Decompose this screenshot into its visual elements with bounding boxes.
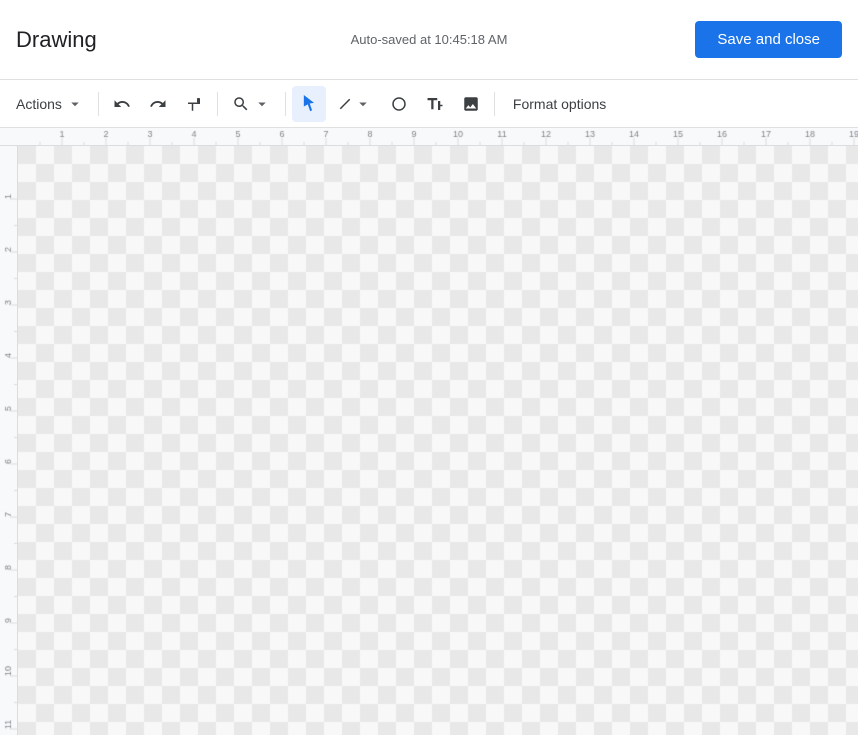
undo-icon	[113, 95, 131, 113]
shape-tool-button[interactable]	[382, 86, 416, 122]
paint-format-icon	[185, 95, 203, 113]
divider-3	[285, 92, 286, 116]
chevron-down-icon-line	[354, 95, 372, 113]
header: Drawing Auto-saved at 10:45:18 AM Save a…	[0, 0, 858, 80]
shape-icon	[390, 95, 408, 113]
h-ruler-canvas	[18, 128, 858, 146]
autosave-status: Auto-saved at 10:45:18 AM	[351, 32, 508, 47]
cursor-icon	[300, 95, 318, 113]
actions-label: Actions	[16, 96, 62, 112]
horizontal-ruler	[18, 128, 858, 146]
page-title: Drawing	[16, 27, 97, 53]
chevron-down-icon-zoom	[253, 95, 271, 113]
divider-2	[217, 92, 218, 116]
undo-button[interactable]	[105, 86, 139, 122]
divider-1	[98, 92, 99, 116]
zoom-icon	[232, 95, 250, 113]
actions-menu-button[interactable]: Actions	[8, 86, 92, 122]
canvas-container	[0, 128, 858, 735]
chevron-down-icon	[66, 95, 84, 113]
v-ruler-canvas	[0, 146, 18, 735]
divider-4	[494, 92, 495, 116]
drawing-canvas[interactable]	[18, 146, 858, 735]
save-close-button[interactable]: Save and close	[695, 21, 842, 58]
format-options-button[interactable]: Format options	[501, 86, 618, 122]
image-icon	[462, 95, 480, 113]
drawing-area[interactable]	[18, 146, 858, 735]
zoom-button[interactable]	[224, 86, 279, 122]
paint-format-button[interactable]	[177, 86, 211, 122]
select-tool-button[interactable]	[292, 86, 326, 122]
redo-button[interactable]	[141, 86, 175, 122]
line-icon	[336, 95, 354, 113]
redo-icon	[149, 95, 167, 113]
ruler-corner	[0, 128, 18, 146]
toolbar: Actions Format options	[0, 80, 858, 128]
textbox-icon	[426, 95, 444, 113]
vertical-ruler	[0, 146, 18, 735]
image-tool-button[interactable]	[454, 86, 488, 122]
line-tool-button[interactable]	[328, 86, 380, 122]
textbox-tool-button[interactable]	[418, 86, 452, 122]
